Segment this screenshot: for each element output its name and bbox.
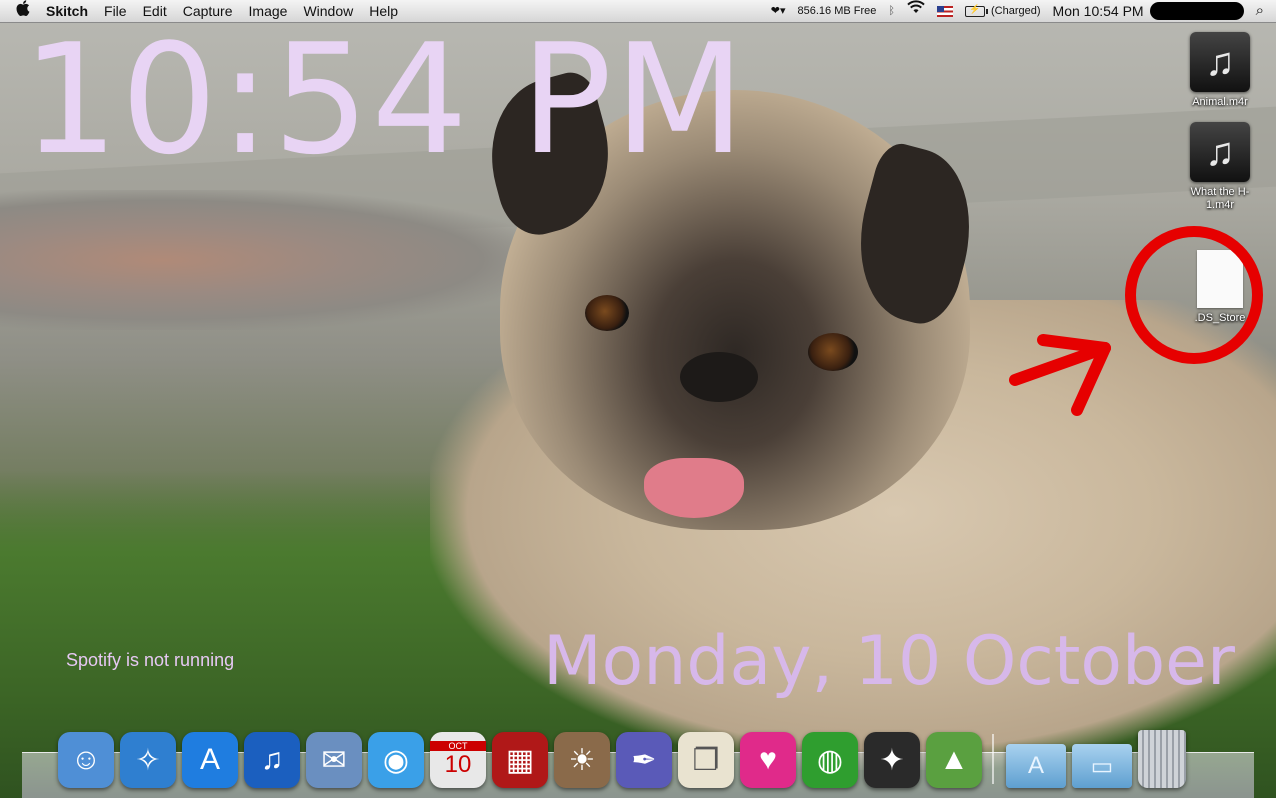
annotation-circle <box>1125 226 1263 364</box>
menu-clock[interactable]: Mon 10:54 PM <box>1047 0 1150 22</box>
wifi-signal-icon <box>907 0 925 13</box>
spotify-status-widget: Spotify is not running <box>66 650 235 670</box>
battery-charge-glyph: ⚡ <box>969 3 981 14</box>
dock-glyph: ✧ <box>135 743 161 777</box>
dock-iphoto-icon[interactable]: ☀ <box>554 732 610 788</box>
dock-glyph: ♫ <box>260 743 284 776</box>
dock-glyph: ☺ <box>70 743 102 776</box>
desktop-file-label: Animal.m4r <box>1192 96 1248 108</box>
wallpaper-pug-nose <box>680 352 758 402</box>
desktop-clock-widget: 10:54 PM <box>22 11 748 188</box>
dock-itunes-icon[interactable]: ♫ <box>244 732 300 788</box>
spotlight-icon[interactable]: ⌕ <box>1250 0 1276 22</box>
wallpaper-pug-eye-left <box>585 295 629 331</box>
dock-glyph: ✒ <box>631 743 657 777</box>
dock-dictionary-icon[interactable]: ❐ <box>678 732 734 788</box>
dock-stack-documents-icon[interactable]: ▭ <box>1072 744 1132 788</box>
dock-stack-applications-icon[interactable]: A <box>1006 744 1066 788</box>
dock-pen-tool-icon[interactable]: ✒ <box>616 732 672 788</box>
dock-glyph: ♥ <box>759 743 777 776</box>
dock-ical-icon[interactable]: OCT 10 <box>430 732 486 788</box>
folder-glyph: A <box>1027 752 1044 779</box>
dock-trash-icon[interactable] <box>1138 730 1186 788</box>
dock-spotify-icon[interactable]: ◍ <box>802 732 858 788</box>
bluetooth-icon[interactable]: ᛒ <box>882 0 901 22</box>
dock-heart-app-icon[interactable]: ♥ <box>740 732 796 788</box>
desktop-file-animal[interactable]: ♫ Animal.m4r <box>1170 32 1270 109</box>
dock-glyph: A <box>199 743 220 776</box>
ical-month-label: OCT <box>430 741 486 751</box>
dock: ☺ ✧ A ♫ ✉ ◉ OCT 10 ▦ ☀ ✒ ❐ ♥ ◍ ✦ ▲ A ▭ <box>58 718 1192 788</box>
music-file-icon: ♫ <box>1190 122 1250 182</box>
input-source-flag-icon[interactable] <box>937 5 953 17</box>
desktop: Skitch File Edit Capture Image Window He… <box>0 0 1276 798</box>
wifi-icon[interactable] <box>901 0 931 22</box>
wallpaper-pug-tongue <box>644 458 744 518</box>
dock-glyph: ▦ <box>505 743 535 777</box>
dock-glyph: ◉ <box>382 743 410 777</box>
folder-glyph: ▭ <box>1090 752 1114 780</box>
dock-glyph: ◍ <box>816 743 844 777</box>
menu-extras: ❤▾ 856.16 MB Free ᛒ ⚡ (Charged) Mon 10:5… <box>765 0 1276 22</box>
desktop-file-what-the-h[interactable]: ♫ What the H- 1.m4r <box>1170 122 1270 212</box>
redacted-user-name <box>1149 2 1244 20</box>
dock-separator <box>992 734 994 784</box>
memory-free-status[interactable]: 856.16 MB Free <box>792 0 883 22</box>
battery-icon[interactable]: ⚡ <box>965 3 988 17</box>
dock-glyph: ☀ <box>568 743 596 777</box>
heart-menu-icon[interactable]: ❤▾ <box>765 0 792 22</box>
wallpaper-pug-eye-right <box>808 333 858 371</box>
dock-glyph: ▲ <box>939 743 969 776</box>
dock-mail-icon[interactable]: ✉ <box>306 732 362 788</box>
desktop-file-label: What the H- 1.m4r <box>1190 186 1250 211</box>
dock-glyph: 10 <box>444 751 472 778</box>
battery-status[interactable]: (Charged) <box>985 0 1047 22</box>
dock-magic-hat-icon[interactable]: ✦ <box>864 732 920 788</box>
dock-finder-icon[interactable]: ☺ <box>58 732 114 788</box>
dock-glyph: ❐ <box>692 743 720 777</box>
dock-glyph: ✦ <box>879 743 905 777</box>
dock-ichat-icon[interactable]: ◉ <box>368 732 424 788</box>
dock-photo-booth-icon[interactable]: ▦ <box>492 732 548 788</box>
desktop-date-widget: Monday, 10 October <box>543 622 1235 701</box>
music-file-icon: ♫ <box>1190 32 1250 92</box>
annotation-arrow-icon <box>1009 334 1111 416</box>
dock-app-store-icon[interactable]: A <box>182 732 238 788</box>
dock-safari-icon[interactable]: ✧ <box>120 732 176 788</box>
dock-weather-icon[interactable]: ▲ <box>926 732 982 788</box>
dock-glyph: ✉ <box>321 743 347 777</box>
